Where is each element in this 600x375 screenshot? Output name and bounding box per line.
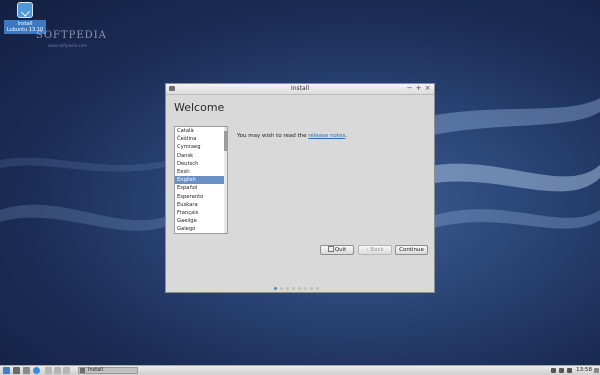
progress-dot — [280, 287, 283, 290]
taskbar-item-install[interactable]: Install — [78, 367, 138, 374]
language-item[interactable]: Deutsch — [175, 160, 227, 168]
softpedia-watermark-url: www.softpedia.com — [48, 43, 88, 48]
maximize-button[interactable]: + — [415, 84, 422, 93]
window-titlebar[interactable]: Install − + × — [166, 84, 434, 95]
page-title: Welcome — [174, 101, 225, 114]
workspace-1-icon[interactable] — [45, 367, 52, 374]
progress-dot — [298, 287, 301, 290]
back-button[interactable]: ‹ Back — [358, 245, 392, 255]
language-item[interactable]: Gaeilge — [175, 217, 227, 225]
browser-icon[interactable] — [33, 367, 40, 374]
workspace-2-icon[interactable] — [54, 367, 61, 374]
progress-dot — [310, 287, 313, 290]
language-item[interactable]: Eesti — [175, 168, 227, 176]
progress-dots — [274, 275, 322, 290]
language-item[interactable]: Esperanto — [175, 193, 227, 201]
language-item[interactable]: English — [175, 176, 227, 185]
file-manager-icon[interactable] — [23, 367, 30, 374]
release-notes-link[interactable]: release notes — [308, 133, 345, 139]
progress-dot — [316, 287, 319, 290]
language-item[interactable]: Català — [175, 127, 227, 135]
language-item[interactable]: Español — [175, 184, 227, 192]
menu-icon[interactable] — [3, 367, 10, 374]
quit-button[interactable]: Quit — [320, 245, 354, 255]
language-item[interactable]: Galego — [175, 225, 227, 233]
scrollbar-thumb[interactable] — [224, 131, 227, 151]
battery-icon[interactable] — [567, 368, 572, 373]
network-icon[interactable] — [559, 368, 564, 373]
install-icon — [17, 2, 33, 18]
language-item[interactable]: Français — [175, 209, 227, 217]
minimize-button[interactable]: − — [406, 84, 413, 93]
progress-dot — [292, 287, 295, 290]
window-title: Install — [290, 85, 310, 92]
softpedia-watermark: SOFTPEDIA — [36, 30, 107, 41]
language-item[interactable]: Cymraeg — [175, 143, 227, 151]
desktop-icon[interactable] — [13, 367, 20, 374]
language-item[interactable]: Čeština — [175, 135, 227, 143]
logout-icon[interactable] — [594, 368, 599, 373]
progress-dot — [304, 287, 307, 290]
install-window: Install − + × Welcome Català Čeština Cymra… — [165, 83, 435, 293]
quit-icon — [327, 246, 334, 252]
continue-button[interactable]: Continue — [395, 245, 428, 255]
release-notes-text: You may wish to read the release notes. — [237, 133, 348, 139]
install-window-icon — [80, 368, 85, 373]
language-list-scrollbar[interactable] — [224, 127, 227, 233]
language-item[interactable]: Dansk — [175, 152, 227, 160]
taskbar: Install 13:58 — [0, 365, 600, 375]
close-button[interactable]: × — [424, 84, 431, 93]
language-item[interactable]: Euskara — [175, 201, 227, 209]
language-list[interactable]: Català Čeština Cymraeg Dansk Deutsch Eesti Eng… — [174, 126, 228, 234]
progress-dot — [286, 287, 289, 290]
progress-dot — [274, 287, 277, 290]
volume-icon[interactable] — [551, 368, 556, 373]
clock: 13:58 — [576, 367, 592, 373]
workspace-3-icon[interactable] — [63, 367, 70, 374]
